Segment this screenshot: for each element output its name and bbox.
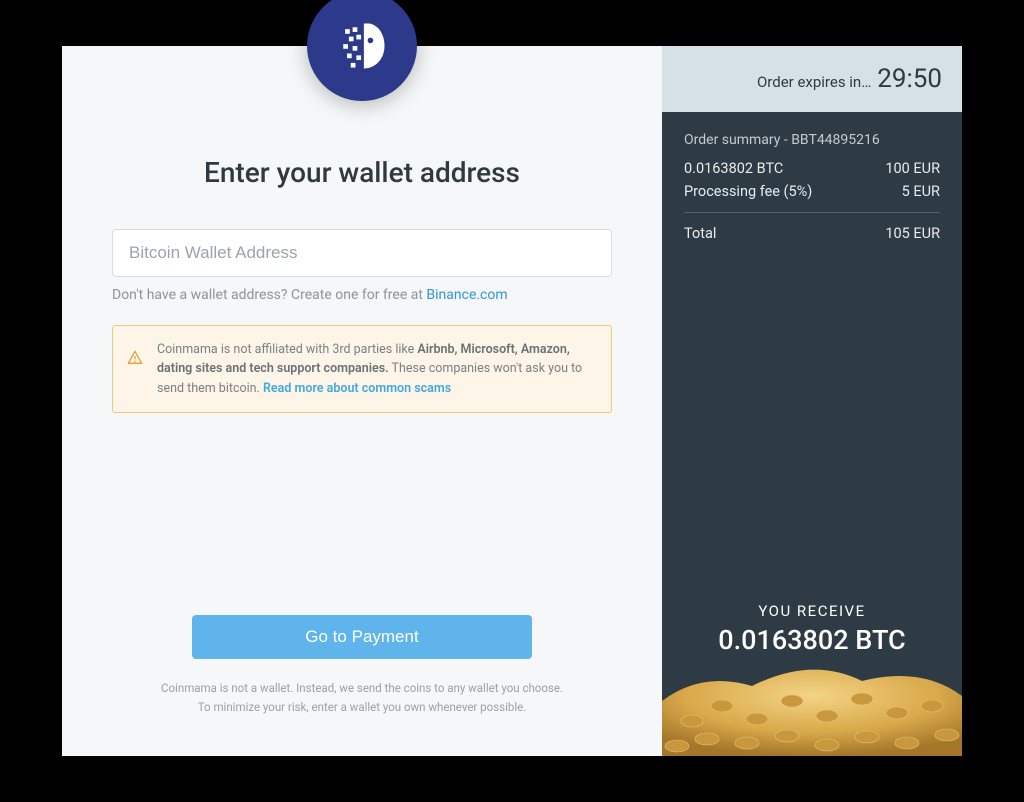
page-title: Enter your wallet address bbox=[204, 156, 520, 189]
expires-label: Order expires in… bbox=[757, 73, 871, 91]
warning-text-pre: Coinmama is not affiliated with 3rd part… bbox=[157, 342, 417, 357]
row-fee-amount: 5 EUR bbox=[902, 183, 940, 200]
order-summary-panel: Order expires in… 29:50 Order summary - … bbox=[662, 46, 962, 756]
helper-prefix: Don't have a wallet address? Create one … bbox=[112, 287, 426, 303]
receive-label: YOU RECEIVE bbox=[662, 602, 962, 620]
wallet-input-wrap: Don't have a wallet address? Create one … bbox=[112, 229, 612, 413]
row-fee-label: Processing fee (5%) bbox=[684, 183, 812, 200]
coins-icon bbox=[662, 651, 962, 756]
footnote: Coinmama is not a wallet. Instead, we se… bbox=[161, 679, 563, 716]
summary-divider bbox=[684, 212, 940, 213]
scam-warning-box: Coinmama is not affiliated with 3rd part… bbox=[112, 325, 612, 413]
receive-block: YOU RECEIVE 0.0163802 BTC bbox=[662, 602, 962, 656]
wallet-address-input[interactable] bbox=[112, 229, 612, 277]
row-total-amount: 105 EUR bbox=[885, 225, 940, 242]
checkout-card: Enter your wallet address Don't have a w… bbox=[62, 46, 962, 756]
expires-timer: 29:50 bbox=[877, 64, 942, 94]
summary-row-fee: Processing fee (5%) 5 EUR bbox=[684, 183, 940, 200]
binance-link[interactable]: Binance.com bbox=[426, 287, 507, 303]
scam-info-link[interactable]: Read more about common scams bbox=[263, 381, 451, 396]
brand-logo bbox=[307, 0, 417, 101]
row-total-label: Total bbox=[684, 225, 716, 242]
go-to-payment-button[interactable]: Go to Payment bbox=[192, 615, 532, 659]
order-summary-title: Order summary - BBT44895216 bbox=[684, 132, 940, 148]
wallet-panel: Enter your wallet address Don't have a w… bbox=[62, 46, 662, 756]
footnote-line-2: To minimize your risk, enter a wallet yo… bbox=[161, 698, 563, 716]
helper-text: Don't have a wallet address? Create one … bbox=[112, 287, 612, 303]
coins-illustration bbox=[662, 651, 962, 756]
footnote-line-1: Coinmama is not a wallet. Instead, we se… bbox=[161, 679, 563, 697]
row-btc-amount: 0.0163802 BTC bbox=[684, 160, 783, 177]
order-expires-bar: Order expires in… 29:50 bbox=[662, 46, 962, 112]
summary-row-total: Total 105 EUR bbox=[684, 225, 940, 242]
order-summary: Order summary - BBT44895216 0.0163802 BT… bbox=[662, 112, 962, 268]
row-eur-amount: 100 EUR bbox=[885, 160, 940, 177]
summary-row-amount: 0.0163802 BTC 100 EUR bbox=[684, 160, 940, 177]
warning-icon bbox=[127, 350, 143, 372]
face-logo-icon bbox=[332, 16, 392, 76]
